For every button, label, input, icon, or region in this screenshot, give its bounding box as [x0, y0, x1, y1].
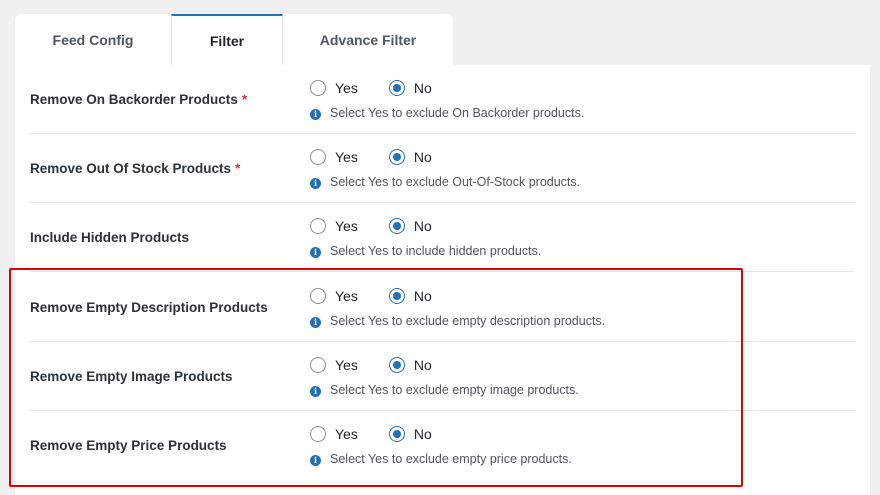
- radio-yes-label: Yes: [335, 357, 358, 373]
- radio-no[interactable]: No: [388, 80, 432, 96]
- radio-no[interactable]: No: [388, 218, 432, 234]
- help-hint: i Select Yes to exclude empty price prod…: [310, 451, 572, 467]
- help-text: Select Yes to exclude empty image produc…: [330, 383, 579, 397]
- setting-label: Include Hidden Products: [30, 203, 193, 272]
- help-hint: i Select Yes to include hidden products.: [310, 243, 541, 259]
- help-text: Select Yes to exclude empty description …: [330, 314, 606, 328]
- radio-yes-label: Yes: [335, 149, 358, 165]
- radio-no-label: No: [413, 426, 432, 442]
- setting-label-text: Include Hidden Products: [30, 230, 190, 245]
- radio-no-label: No: [413, 80, 432, 96]
- radio-no-circle[interactable]: [388, 288, 405, 304]
- setting-label: Remove Out Of Stock Products *: [30, 134, 240, 203]
- radio-yes-circle[interactable]: [310, 80, 326, 96]
- radio-yes[interactable]: Yes: [310, 218, 358, 234]
- radio-yes-label: Yes: [335, 426, 358, 442]
- radio-no[interactable]: No: [388, 357, 432, 373]
- radio-no[interactable]: No: [388, 149, 432, 165]
- info-icon: i: [310, 386, 321, 397]
- radio-yes[interactable]: Yes: [310, 357, 358, 373]
- radio-no-circle[interactable]: [388, 80, 405, 96]
- help-text: Select Yes to exclude On Backorder produ…: [330, 106, 585, 120]
- radio-yes[interactable]: Yes: [310, 80, 358, 96]
- required-marker: *: [241, 92, 248, 107]
- radio-yes-circle[interactable]: [310, 218, 326, 234]
- radio-group: Yes No: [310, 355, 432, 375]
- radio-group: Yes No: [310, 78, 432, 98]
- tab-bar: Feed Config Filter Advance Filter: [15, 14, 453, 66]
- radio-yes[interactable]: Yes: [310, 149, 358, 165]
- setting-label-text: Remove Empty Price Products: [30, 438, 227, 453]
- radio-no-label: No: [413, 288, 432, 304]
- setting-label-text: Remove On Backorder Products: [30, 92, 238, 107]
- radio-yes-label: Yes: [335, 288, 358, 304]
- setting-label: Remove Empty Price Products: [30, 411, 231, 480]
- help-text: Select Yes to exclude Out-Of-Stock produ…: [330, 175, 581, 189]
- info-icon: i: [310, 317, 321, 328]
- radio-no[interactable]: No: [388, 426, 432, 442]
- setting-row-remove-empty-image: Remove Empty Image Products Yes No i Sel…: [30, 342, 854, 411]
- filter-panel: Remove On Backorder Products * Yes No i …: [15, 65, 870, 495]
- radio-yes-label: Yes: [335, 218, 358, 234]
- setting-row-remove-on-backorder: Remove On Backorder Products * Yes No i …: [30, 65, 854, 134]
- radio-no-circle[interactable]: [388, 357, 405, 373]
- setting-row-include-hidden: Include Hidden Products Yes No i Select …: [30, 203, 854, 272]
- radio-yes[interactable]: Yes: [310, 426, 358, 442]
- setting-label: Remove On Backorder Products *: [30, 65, 247, 134]
- info-icon: i: [310, 109, 321, 120]
- setting-label: Remove Empty Image Products: [30, 342, 237, 411]
- radio-no-circle[interactable]: [388, 218, 405, 234]
- info-icon: i: [310, 455, 321, 466]
- info-icon: i: [310, 247, 321, 258]
- radio-no[interactable]: No: [388, 288, 432, 304]
- radio-yes-circle[interactable]: [310, 426, 326, 442]
- radio-no-circle[interactable]: [388, 149, 405, 165]
- radio-yes-circle[interactable]: [310, 288, 326, 304]
- required-marker: *: [235, 161, 241, 176]
- radio-yes-label: Yes: [335, 80, 358, 96]
- info-icon: i: [310, 178, 321, 189]
- help-hint: i Select Yes to exclude Out-Of-Stock pro…: [310, 174, 580, 190]
- help-hint: i Select Yes to exclude empty descriptio…: [310, 313, 605, 329]
- help-text: Select Yes to include hidden products.: [330, 244, 542, 258]
- setting-label-text: Remove Empty Description Products: [30, 300, 268, 315]
- tab-advance-filter[interactable]: Advance Filter: [283, 14, 453, 66]
- setting-label-text: Remove Empty Image Products: [30, 369, 233, 384]
- radio-no-label: No: [413, 357, 432, 373]
- radio-no-circle[interactable]: [388, 426, 405, 442]
- tab-filter[interactable]: Filter: [171, 14, 283, 66]
- radio-group: Yes No: [310, 424, 432, 444]
- setting-row-remove-empty-description: Remove Empty Description Products Yes No…: [30, 273, 854, 342]
- setting-label: Remove Empty Description Products: [30, 273, 272, 342]
- radio-group: Yes No: [310, 216, 432, 236]
- tab-feed-config[interactable]: Feed Config: [15, 14, 171, 66]
- help-text: Select Yes to exclude empty price produc…: [330, 452, 572, 466]
- setting-label-text: Remove Out Of Stock Products: [30, 161, 232, 176]
- radio-no-label: No: [413, 149, 432, 165]
- setting-row-remove-out-of-stock: Remove Out Of Stock Products * Yes No i …: [30, 134, 854, 203]
- radio-yes-circle[interactable]: [310, 149, 326, 165]
- radio-yes[interactable]: Yes: [310, 288, 358, 304]
- radio-group: Yes No: [310, 286, 432, 306]
- radio-yes-circle[interactable]: [310, 357, 326, 373]
- help-hint: i Select Yes to exclude empty image prod…: [310, 382, 579, 398]
- radio-no-label: No: [413, 218, 432, 234]
- radio-group: Yes No: [310, 147, 432, 167]
- help-hint: i Select Yes to exclude On Backorder pro…: [310, 105, 584, 121]
- setting-row-remove-empty-price: Remove Empty Price Products Yes No i Sel…: [30, 411, 854, 480]
